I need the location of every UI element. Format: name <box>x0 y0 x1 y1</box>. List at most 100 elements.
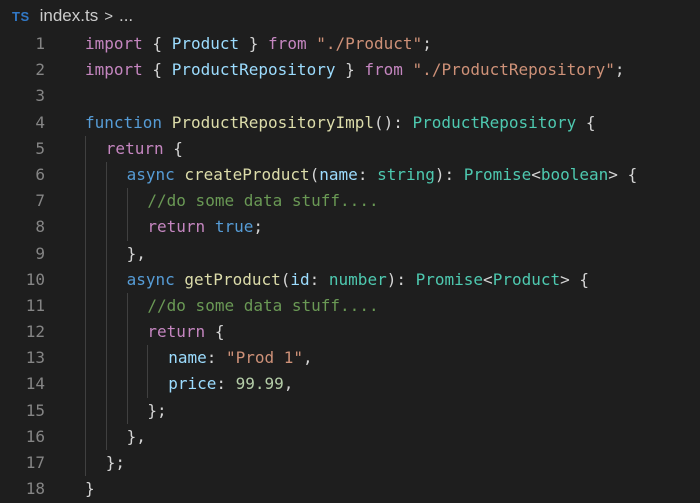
code-line[interactable]: 9}, <box>0 240 700 267</box>
code-token: } <box>85 479 95 499</box>
indent-guide <box>85 345 86 372</box>
code-token: } <box>239 34 269 53</box>
code-token: 99.99 <box>235 374 284 394</box>
code-line[interactable]: 16}, <box>0 423 700 450</box>
indent-guide <box>105 345 107 372</box>
code-token: Promise <box>463 164 532 184</box>
code-line[interactable]: 14 price: 99.99, <box>0 371 700 398</box>
code-token: : <box>216 374 236 394</box>
code-token: , <box>283 374 294 394</box>
chevron-right-icon: > <box>104 7 113 25</box>
code-text: async createProduct(name: string): Promi… <box>127 162 638 188</box>
indent-guide <box>147 371 149 398</box>
line-number: 15 <box>25 400 45 420</box>
code-line[interactable]: 8 return true; <box>0 214 700 241</box>
code-editor[interactable]: TS index.ts > ... 1 import { Product } fr… <box>0 0 700 503</box>
indent-guide <box>85 161 86 189</box>
code-line[interactable]: 17}; <box>0 450 700 477</box>
code-token: //do some data stuff.... <box>147 191 379 211</box>
code-line[interactable]: 6 async createProduct(name: string): Prom… <box>0 161 700 189</box>
code-token: string <box>377 164 435 184</box>
code-token: ProductRepository <box>171 60 336 80</box>
code-token: async <box>126 269 175 289</box>
breadcrumb-more[interactable]: ... <box>119 6 133 26</box>
code-line[interactable]: 3 <box>0 83 700 109</box>
code-text: import { ProductRepository } from "./Pro… <box>85 57 624 83</box>
indent-guide <box>85 319 86 346</box>
code-token: > { <box>608 164 638 184</box>
code-token: ; <box>253 217 263 237</box>
code-token: "Prod 1" <box>225 348 304 368</box>
code-text: function ProductRepositoryImpl(): Produc… <box>85 110 596 136</box>
code-token: function <box>85 112 163 132</box>
indent-guide <box>147 345 149 372</box>
code-token: boolean <box>540 164 609 184</box>
code-text: }; <box>147 398 166 424</box>
code-token: //do some data stuff.... <box>147 295 379 315</box>
line-number: 1 <box>35 34 45 53</box>
indent-guide <box>126 188 128 215</box>
code-area[interactable]: 1 import { Product } from "./Product"; 2 im… <box>0 31 700 502</box>
code-line[interactable]: 5 return { <box>0 135 700 162</box>
line-number: 9 <box>35 243 45 263</box>
code-token: return <box>147 217 206 237</box>
line-number: 7 <box>35 191 45 211</box>
indent-guide <box>85 423 86 450</box>
code-token: { <box>163 138 183 158</box>
code-token: price <box>168 374 217 394</box>
code-token: ProductRepositoryImpl <box>171 112 374 132</box>
code-token: createProduct <box>184 164 310 184</box>
code-token: < <box>483 269 493 289</box>
line-number: 17 <box>25 453 45 472</box>
indent-guide <box>85 397 86 424</box>
line-number: 2 <box>35 60 45 80</box>
line-number: 13 <box>25 348 45 368</box>
indent-guide <box>105 319 107 346</box>
code-line[interactable]: 2 import { ProductRepository } from "./Pr… <box>0 57 700 83</box>
code-line[interactable]: 13 name: "Prod 1", <box>0 345 700 372</box>
indent-guide <box>105 423 107 450</box>
code-token: number <box>328 269 387 289</box>
code-text: return { <box>106 136 183 162</box>
code-line[interactable]: 11 //do some data stuff.... <box>0 292 700 320</box>
line-number: 3 <box>35 86 45 106</box>
breadcrumb-file-name[interactable]: index.ts <box>40 6 99 26</box>
code-token: } <box>335 60 365 80</box>
code-text: }; <box>106 450 125 476</box>
code-token: ( <box>280 269 291 289</box>
code-token: ): <box>434 164 464 184</box>
line-number: 8 <box>35 217 45 237</box>
code-token: , <box>303 348 313 368</box>
code-token: return <box>105 138 164 158</box>
code-text: import { Product } from "./Product"; <box>85 31 432 57</box>
typescript-file-icon: TS <box>12 8 30 24</box>
code-line[interactable]: 4 function ProductRepositoryImpl(): Produ… <box>0 110 700 136</box>
code-text: //do some data stuff.... <box>147 293 378 319</box>
code-token: { <box>205 322 225 342</box>
line-number: 18 <box>25 479 45 499</box>
code-line[interactable]: 1 import { Product } from "./Product"; <box>0 31 700 57</box>
indent-guide <box>105 371 107 398</box>
indent-guide <box>105 188 107 215</box>
code-token: { <box>142 34 172 53</box>
indent-guide <box>126 345 128 372</box>
code-line[interactable]: 15}; <box>0 397 700 424</box>
code-line[interactable]: 10 async getProduct(id: number): Promise<… <box>0 266 700 293</box>
line-number: 11 <box>25 295 45 315</box>
code-token: "./Product" <box>316 34 423 53</box>
code-text: name: "Prod 1", <box>168 345 313 371</box>
code-token: }, <box>126 243 146 263</box>
code-line[interactable]: 12 return { <box>0 319 700 346</box>
line-number: 5 <box>35 138 45 158</box>
breadcrumb: TS index.ts > ... <box>12 0 133 32</box>
code-token: { <box>576 112 596 132</box>
code-token: Product <box>171 34 240 53</box>
code-line[interactable]: 18} <box>0 476 700 502</box>
code-line[interactable]: 7 //do some data stuff.... <box>0 188 700 215</box>
code-token: ): <box>386 269 416 289</box>
code-token: : <box>206 348 226 368</box>
indent-guide <box>85 240 86 267</box>
